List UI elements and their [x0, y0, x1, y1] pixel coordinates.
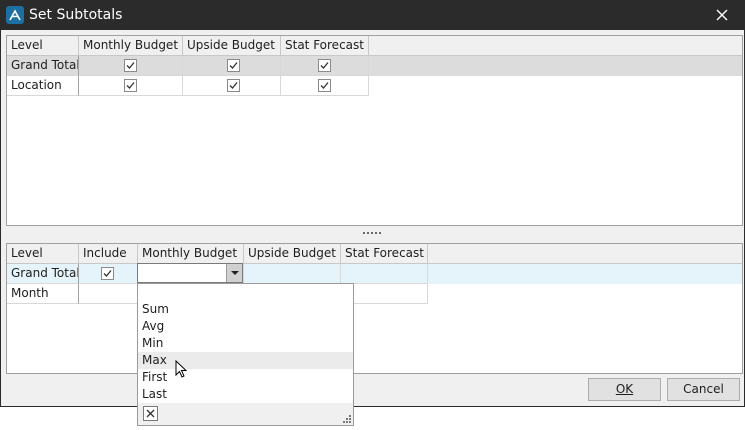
column-header-monthly-budget[interactable]: Monthly Budget: [79, 36, 183, 56]
option-last[interactable]: Last: [138, 386, 353, 403]
stat-forecast-cell: [281, 76, 369, 96]
dropdown-arrow-button[interactable]: [226, 264, 242, 282]
window-title: Set Subtotals: [29, 7, 123, 23]
option-min[interactable]: Min: [138, 335, 353, 352]
column-header-level[interactable]: Level: [7, 244, 79, 264]
column-header-upside-budget[interactable]: Upside Budget: [244, 244, 341, 264]
column-header-stat-forecast[interactable]: Stat Forecast: [341, 244, 428, 264]
splitter-handle[interactable]: [363, 226, 385, 240]
aggregation-dropdown: Sum Avg Min Max First Last: [137, 283, 354, 426]
dropdown-footer: [138, 403, 353, 425]
checkbox[interactable]: [318, 79, 331, 92]
row-level-label: Grand Total: [7, 264, 79, 284]
option-first[interactable]: First: [138, 369, 353, 386]
clear-icon[interactable]: [143, 406, 158, 421]
cancel-button-label: Cancel: [683, 382, 724, 396]
ok-button[interactable]: OK: [588, 378, 661, 401]
checkbox[interactable]: [124, 79, 137, 92]
table-row[interactable]: Grand Total: [7, 264, 742, 284]
ok-button-label: OK: [615, 382, 634, 396]
table-row[interactable]: Location: [7, 76, 742, 96]
checkbox[interactable]: [318, 59, 331, 72]
stat-forecast-cell: [281, 56, 369, 76]
row-level-label: Grand Total: [7, 56, 79, 76]
include-checkbox[interactable]: [101, 267, 114, 280]
monthly-budget-cell: [79, 56, 183, 76]
subtotal-levels-grid: Level Include Monthly Budget Upside Budg…: [6, 243, 743, 374]
upside-budget-cell[interactable]: [244, 264, 341, 284]
header-filler: [428, 244, 742, 264]
monthly-budget-cell: [79, 76, 183, 96]
stat-forecast-cell[interactable]: [341, 284, 428, 304]
checkbox[interactable]: [227, 79, 240, 92]
checkbox[interactable]: [124, 59, 137, 72]
upside-budget-cell: [183, 56, 281, 76]
mouse-pointer-icon: [175, 360, 188, 378]
subtotal-measures-grid: Level Monthly Budget Upside Budget Stat …: [6, 35, 743, 226]
table-row[interactable]: Month: [7, 284, 742, 304]
row-level-label: Location: [7, 76, 79, 96]
checkbox[interactable]: [227, 59, 240, 72]
column-header-level[interactable]: Level: [7, 36, 79, 56]
table-row[interactable]: Grand Total: [7, 56, 742, 76]
include-cell[interactable]: [79, 284, 138, 304]
column-header-stat-forecast[interactable]: Stat Forecast: [281, 36, 369, 56]
upside-budget-cell: [183, 76, 281, 96]
column-header-include[interactable]: Include: [79, 244, 138, 264]
app-logo-icon: [6, 6, 24, 24]
option-avg[interactable]: Avg: [138, 318, 353, 335]
chevron-down-icon: [231, 271, 239, 275]
row-level-label: Month: [7, 284, 79, 304]
stat-forecast-cell[interactable]: [341, 264, 428, 284]
column-header-upside-budget[interactable]: Upside Budget: [183, 36, 281, 56]
option-sum[interactable]: Sum: [138, 301, 353, 318]
dialog-body: Level Monthly Budget Upside Budget Stat …: [0, 30, 745, 407]
include-cell: [79, 264, 138, 284]
column-header-monthly-budget[interactable]: Monthly Budget: [138, 244, 244, 264]
close-icon[interactable]: [713, 6, 731, 24]
option-max[interactable]: Max: [138, 352, 353, 369]
resize-grip-icon[interactable]: [343, 415, 351, 423]
monthly-budget-combo[interactable]: [137, 263, 243, 283]
cancel-button[interactable]: Cancel: [667, 378, 740, 401]
title-bar: Set Subtotals: [0, 0, 745, 30]
header-filler: [369, 36, 742, 56]
